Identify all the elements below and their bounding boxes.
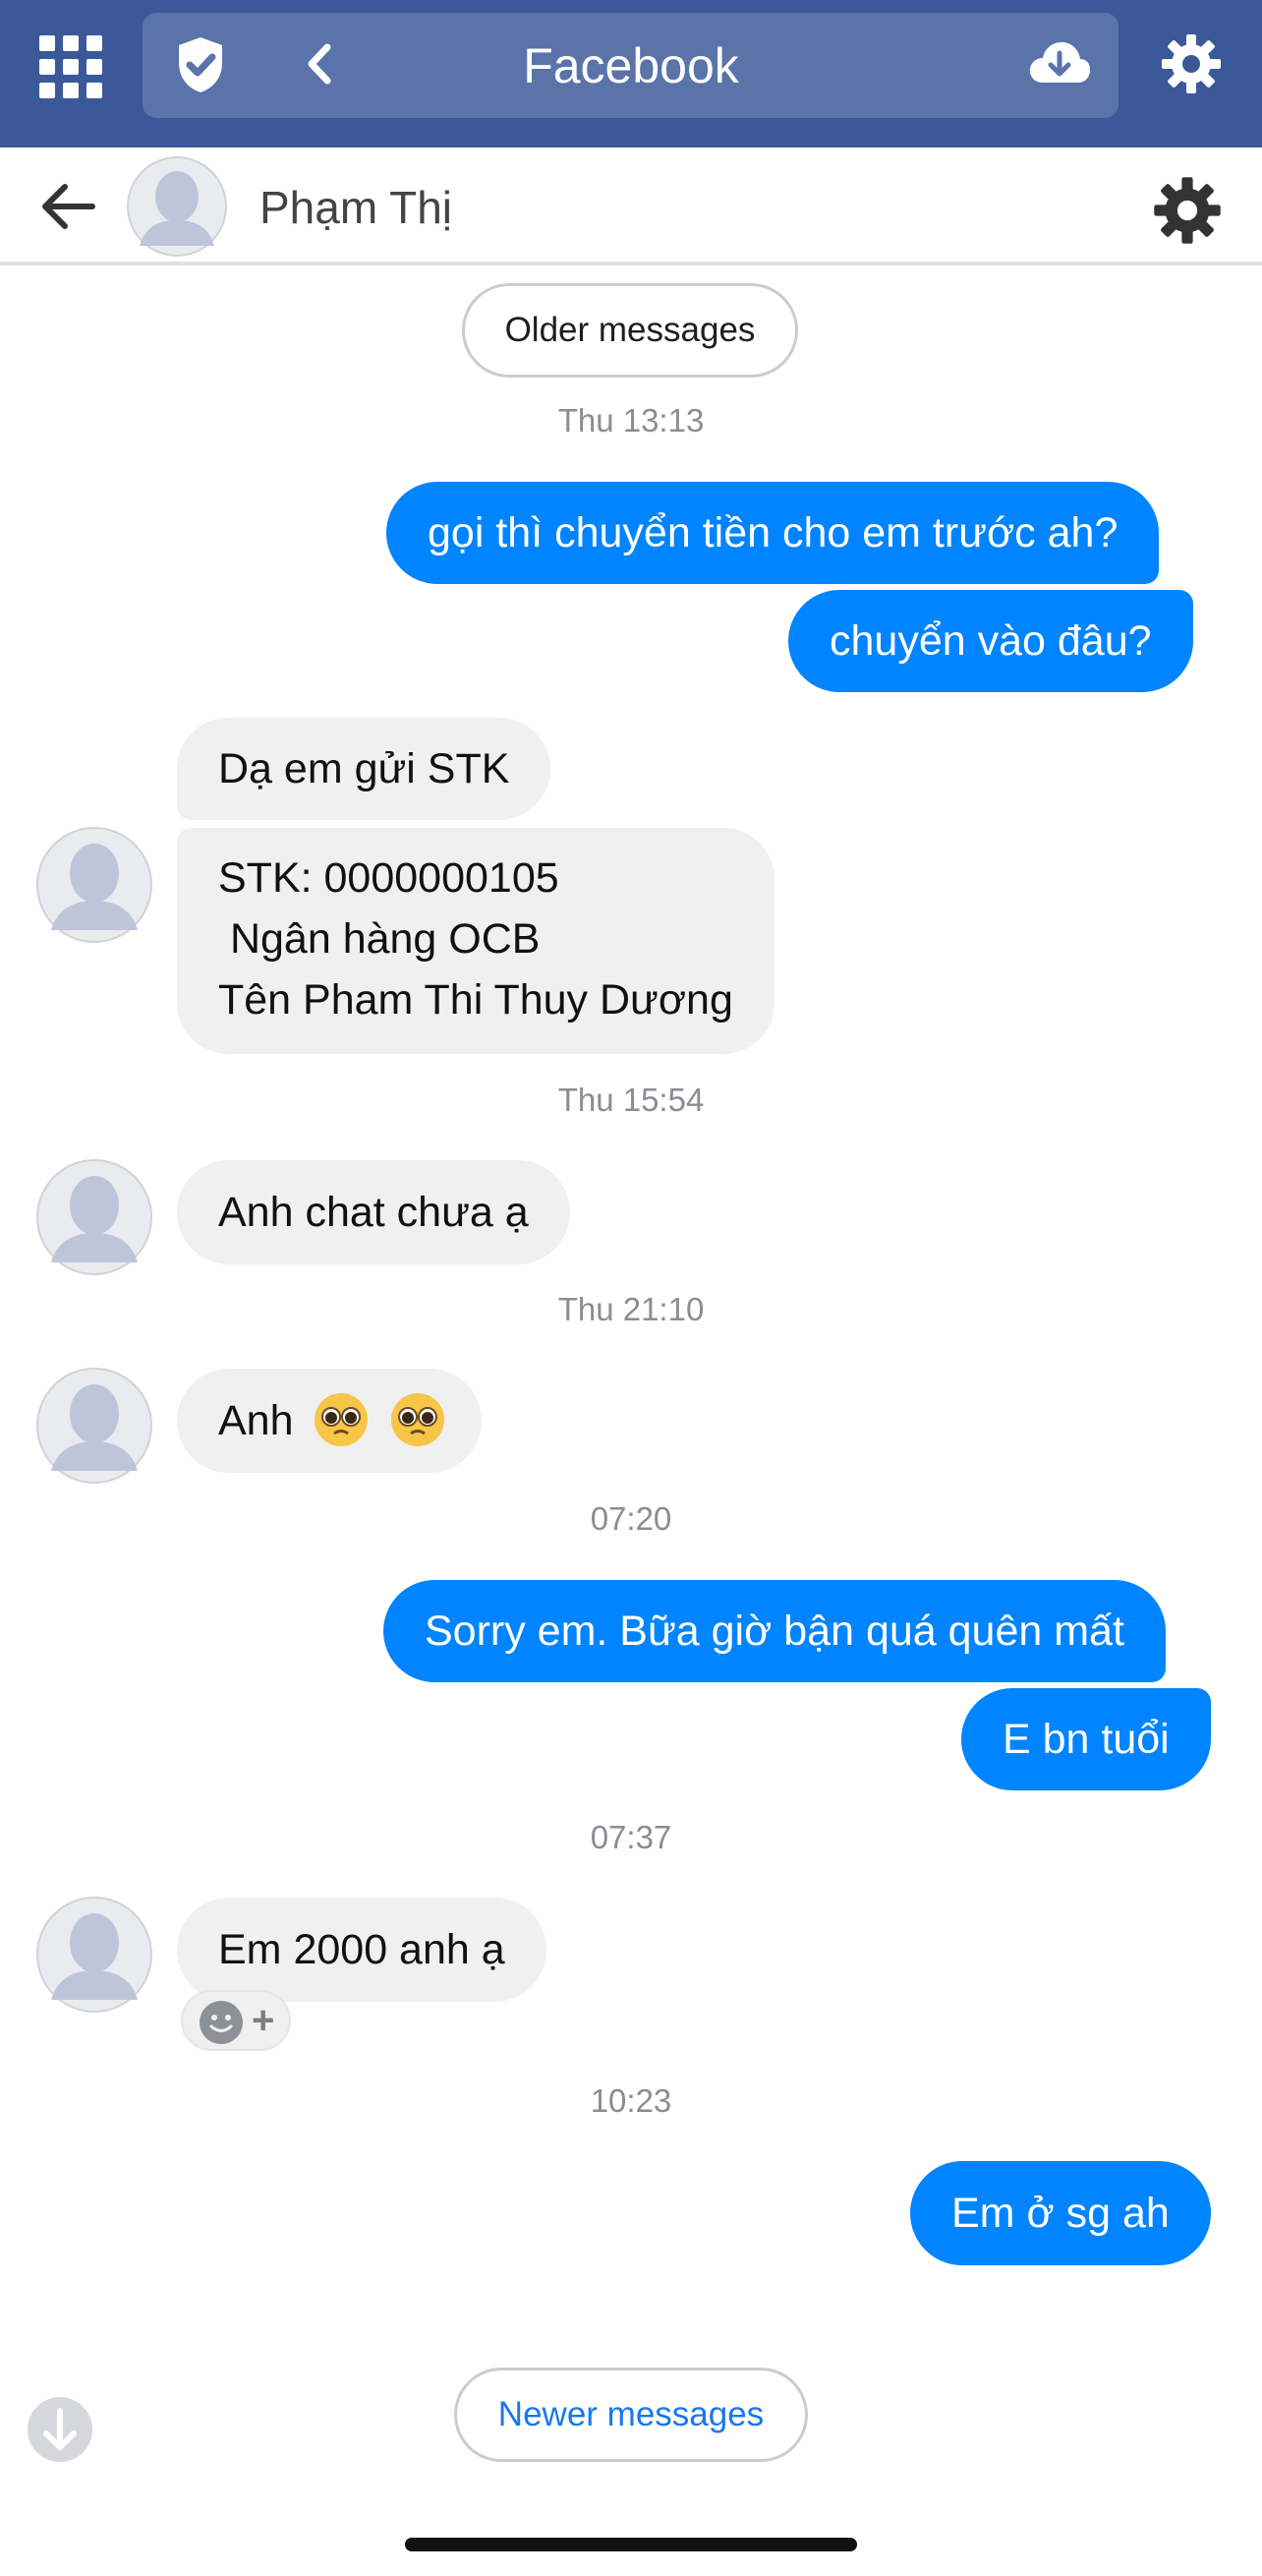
outgoing-message[interactable]: chuyển vào đâu? [788, 590, 1193, 692]
pleading-face-emoji-icon [391, 1392, 445, 1446]
incoming-message[interactable]: Anh chat chưa ạ [177, 1160, 570, 1264]
newer-messages-button[interactable]: Newer messages [454, 2368, 808, 2462]
messenger-screen: Facebook Phạm Thị Older messages Thu 13:… [0, 0, 1262, 2576]
message-text: Anh [218, 1397, 294, 1444]
timestamp: 10:23 [590, 2082, 672, 2119]
pleading-face-emoji-icon [315, 1392, 369, 1446]
page-title[interactable]: Facebook [373, 31, 889, 100]
gear-icon[interactable] [1152, 175, 1223, 246]
message-line: STK: 0000000105 [218, 854, 559, 902]
avatar[interactable] [35, 1367, 153, 1485]
gear-icon[interactable] [1160, 32, 1223, 95]
app-bar: Facebook [0, 0, 1262, 147]
timestamp: 07:20 [590, 1500, 672, 1537]
reaction-chip[interactable]: + [181, 1990, 291, 2051]
timestamp: Thu 21:10 [557, 1291, 705, 1327]
avatar[interactable] [35, 1896, 153, 2014]
shield-check-icon[interactable] [175, 35, 226, 94]
timestamp: Thu 15:54 [557, 1082, 705, 1118]
outgoing-message[interactable]: Em ở sg ah [910, 2161, 1211, 2265]
conversation-header: Phạm Thị [0, 147, 1262, 265]
smiley-icon[interactable] [199, 2000, 244, 2045]
outgoing-message[interactable]: E bn tuổi [961, 1688, 1211, 1790]
cloud-download-icon[interactable] [1027, 37, 1092, 87]
add-reaction-button[interactable]: + [252, 1994, 274, 2047]
incoming-message[interactable]: Anh [177, 1369, 483, 1473]
avatar[interactable] [35, 826, 153, 944]
older-messages-button[interactable]: Older messages [462, 283, 798, 378]
incoming-message[interactable]: Em 2000 anh ạ [177, 1898, 546, 2002]
outgoing-message[interactable]: Sorry em. Bữa giờ bận quá quên mất [383, 1580, 1166, 1682]
timestamp: Thu 13:13 [557, 402, 705, 439]
incoming-message[interactable]: Dạ em gửi STK [177, 718, 551, 820]
avatar[interactable] [35, 1158, 153, 1276]
incoming-message[interactable]: STK: 0000000105 Ngân hàng OCB Tên Pham T… [177, 828, 774, 1054]
arrow-down-icon[interactable] [26, 2395, 94, 2464]
timestamp: 07:37 [590, 1819, 672, 1855]
contact-name[interactable]: Phạm Thị [259, 177, 452, 238]
chevron-left-icon[interactable] [300, 39, 339, 88]
grid-menu-icon[interactable] [39, 35, 102, 98]
home-indicator[interactable] [405, 2538, 857, 2551]
message-line: Ngân hàng OCB [218, 915, 541, 963]
outgoing-message[interactable]: gọi thì chuyển tiền cho em trước ah? [386, 482, 1160, 584]
avatar[interactable] [126, 155, 228, 258]
message-line: Tên Pham Thi Thuy Dương [218, 976, 733, 1024]
arrow-left-icon[interactable] [37, 177, 98, 236]
